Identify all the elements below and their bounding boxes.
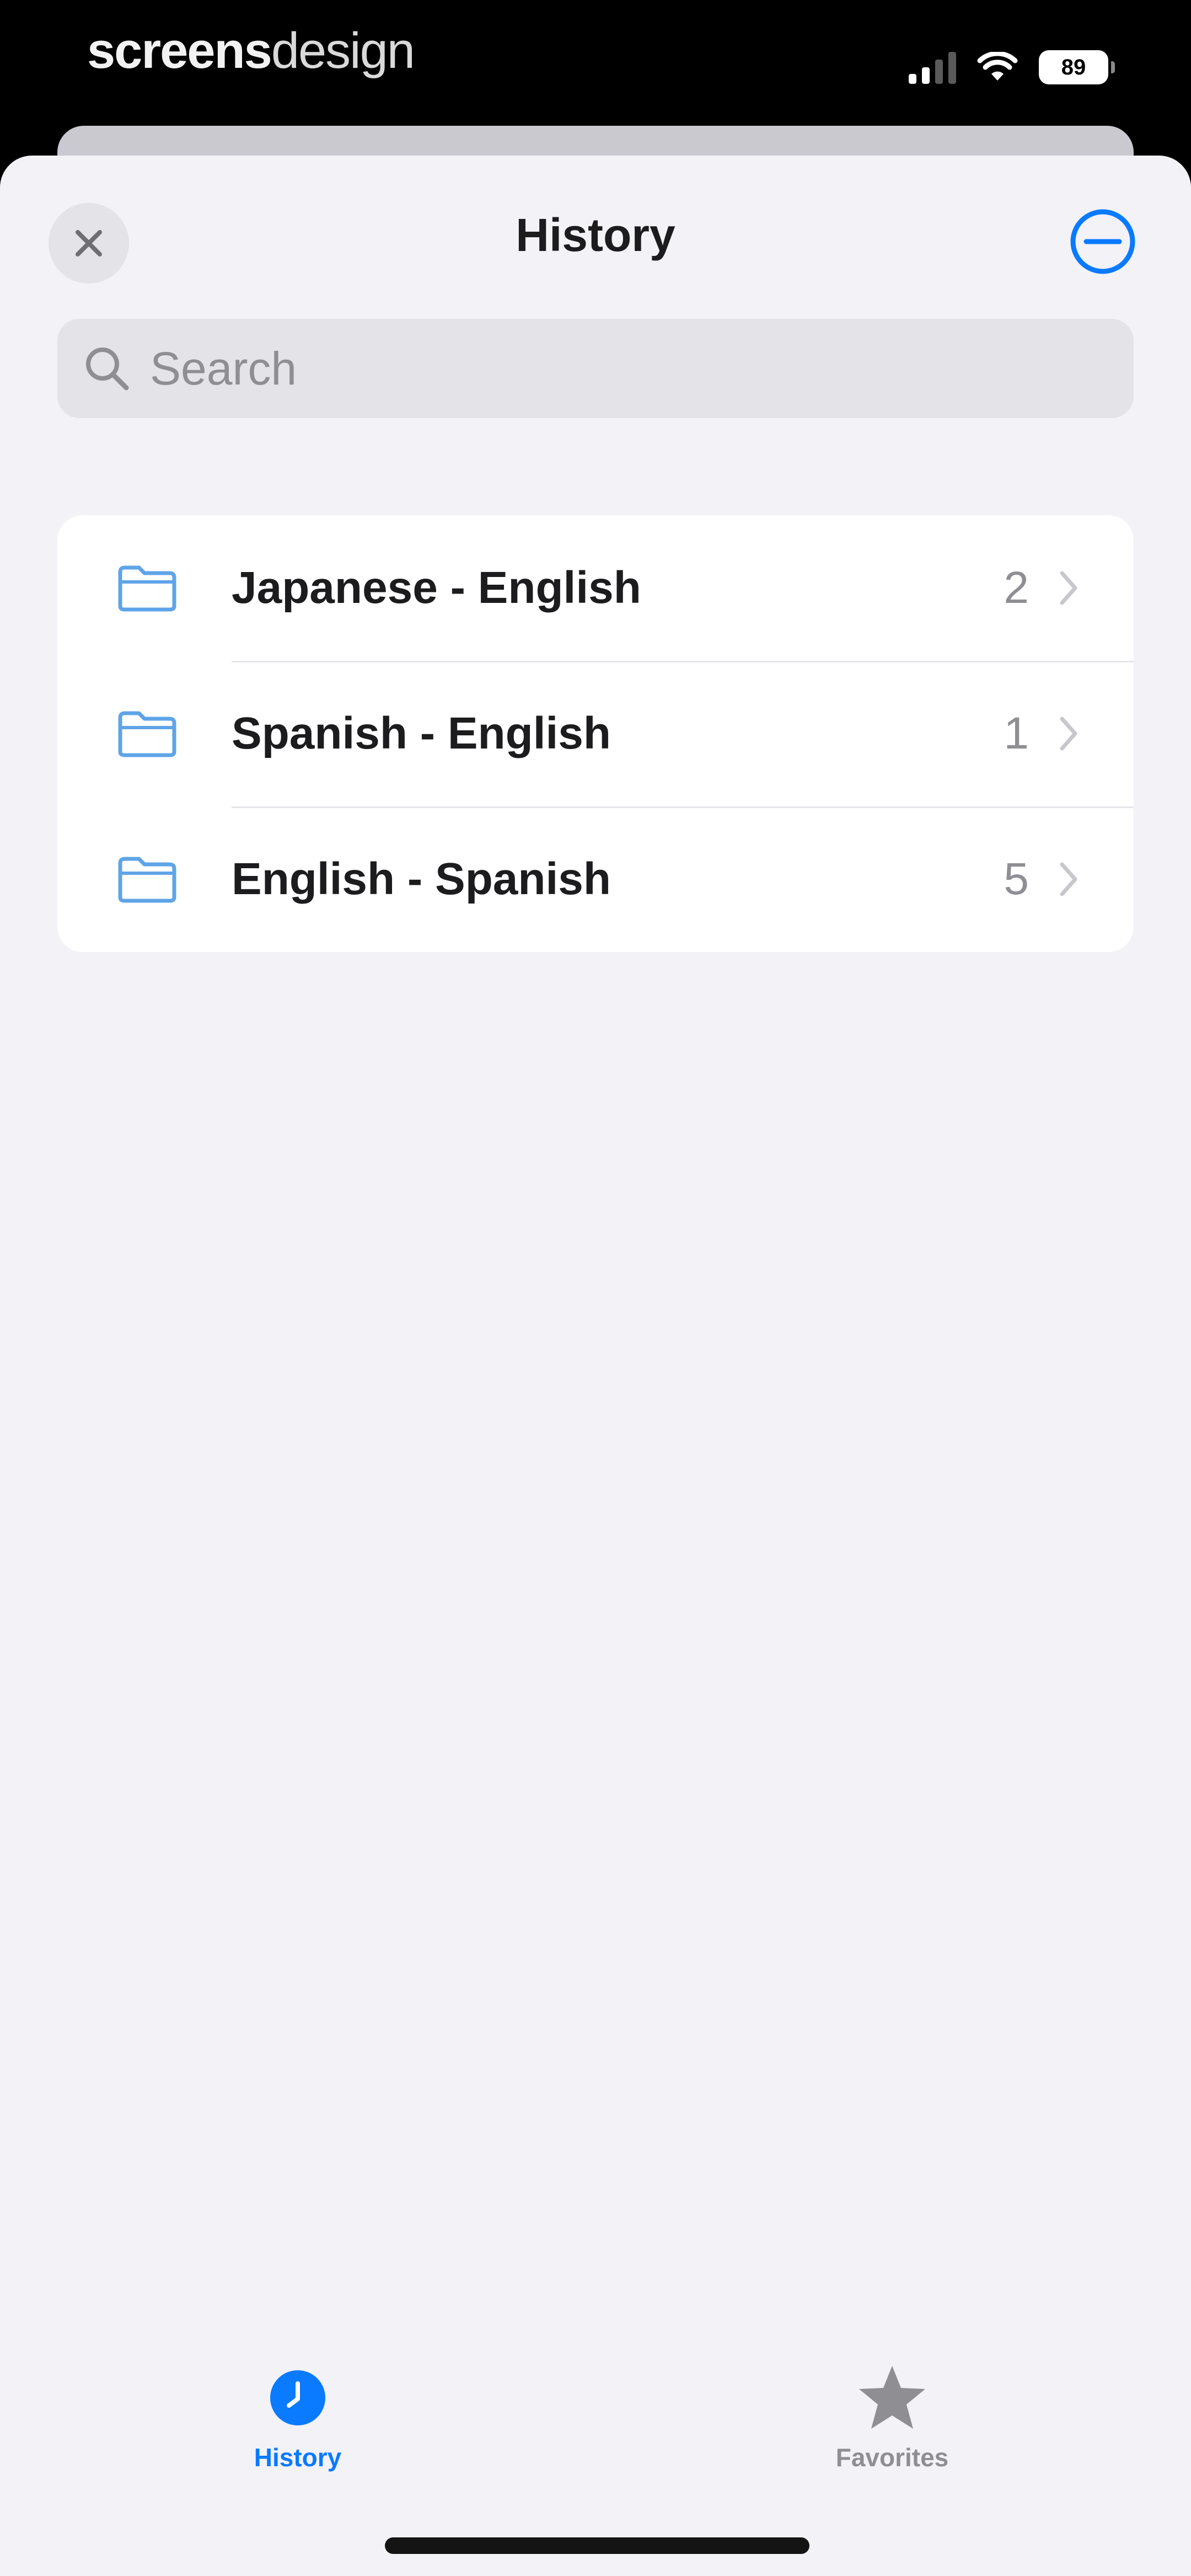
- nav-bar: History: [0, 156, 1191, 321]
- history-sheet: History Search Japanese - English 2 Span…: [0, 156, 1191, 2576]
- brand-bold: screens: [87, 23, 272, 79]
- folder-icon: [118, 711, 176, 757]
- star-icon: [856, 2362, 928, 2434]
- folder-icon: [118, 565, 176, 612]
- battery-level: 89: [1061, 55, 1086, 79]
- search-icon: [79, 341, 135, 396]
- chevron-right-icon: [1060, 717, 1077, 751]
- wifi-icon: [977, 52, 1018, 83]
- home-indicator: [385, 2537, 809, 2554]
- more-options-button[interactable]: [1064, 203, 1141, 280]
- folder-label: English - Spanish: [232, 854, 611, 904]
- page-title: History: [516, 209, 675, 261]
- tab-bar: History Favorites: [0, 2339, 1191, 2472]
- folder-row-spanish-english[interactable]: Spanish - English 1: [57, 661, 1134, 806]
- folder-list: Japanese - English 2 Spanish - English 1: [57, 515, 1134, 952]
- tab-favorites[interactable]: Favorites: [782, 2339, 1002, 2472]
- folder-count: 2: [1004, 563, 1029, 613]
- folder-label: Spanish - English: [232, 708, 611, 758]
- tab-history[interactable]: History: [187, 2339, 408, 2472]
- battery-icon: 89: [1039, 50, 1115, 84]
- status-bar: screensdesign 89: [0, 0, 1191, 127]
- folder-label: Japanese - English: [232, 563, 641, 613]
- folder-row-japanese-english[interactable]: Japanese - English 2: [57, 515, 1134, 661]
- cellular-signal-icon: [909, 51, 956, 84]
- folder-count: 1: [1004, 708, 1029, 758]
- chevron-right-icon: [1060, 571, 1077, 605]
- brand-watermark: screensdesign: [87, 22, 415, 80]
- chevron-right-icon: [1060, 862, 1077, 896]
- search-bar[interactable]: [57, 319, 1134, 418]
- clock-icon: [262, 2362, 334, 2434]
- brand-light: design: [271, 23, 415, 79]
- folder-row-english-spanish[interactable]: English - Spanish 5: [57, 806, 1134, 952]
- tab-label: Favorites: [835, 2443, 949, 2472]
- status-icons: 89: [909, 45, 1115, 89]
- search-input[interactable]: [149, 329, 1134, 408]
- folder-icon: [118, 857, 176, 903]
- tab-label: History: [254, 2443, 342, 2472]
- folder-count: 5: [1004, 854, 1029, 904]
- screen: screensdesign 89 History Search Japanese…: [0, 0, 1191, 2576]
- minus-circle-icon: [1070, 209, 1135, 274]
